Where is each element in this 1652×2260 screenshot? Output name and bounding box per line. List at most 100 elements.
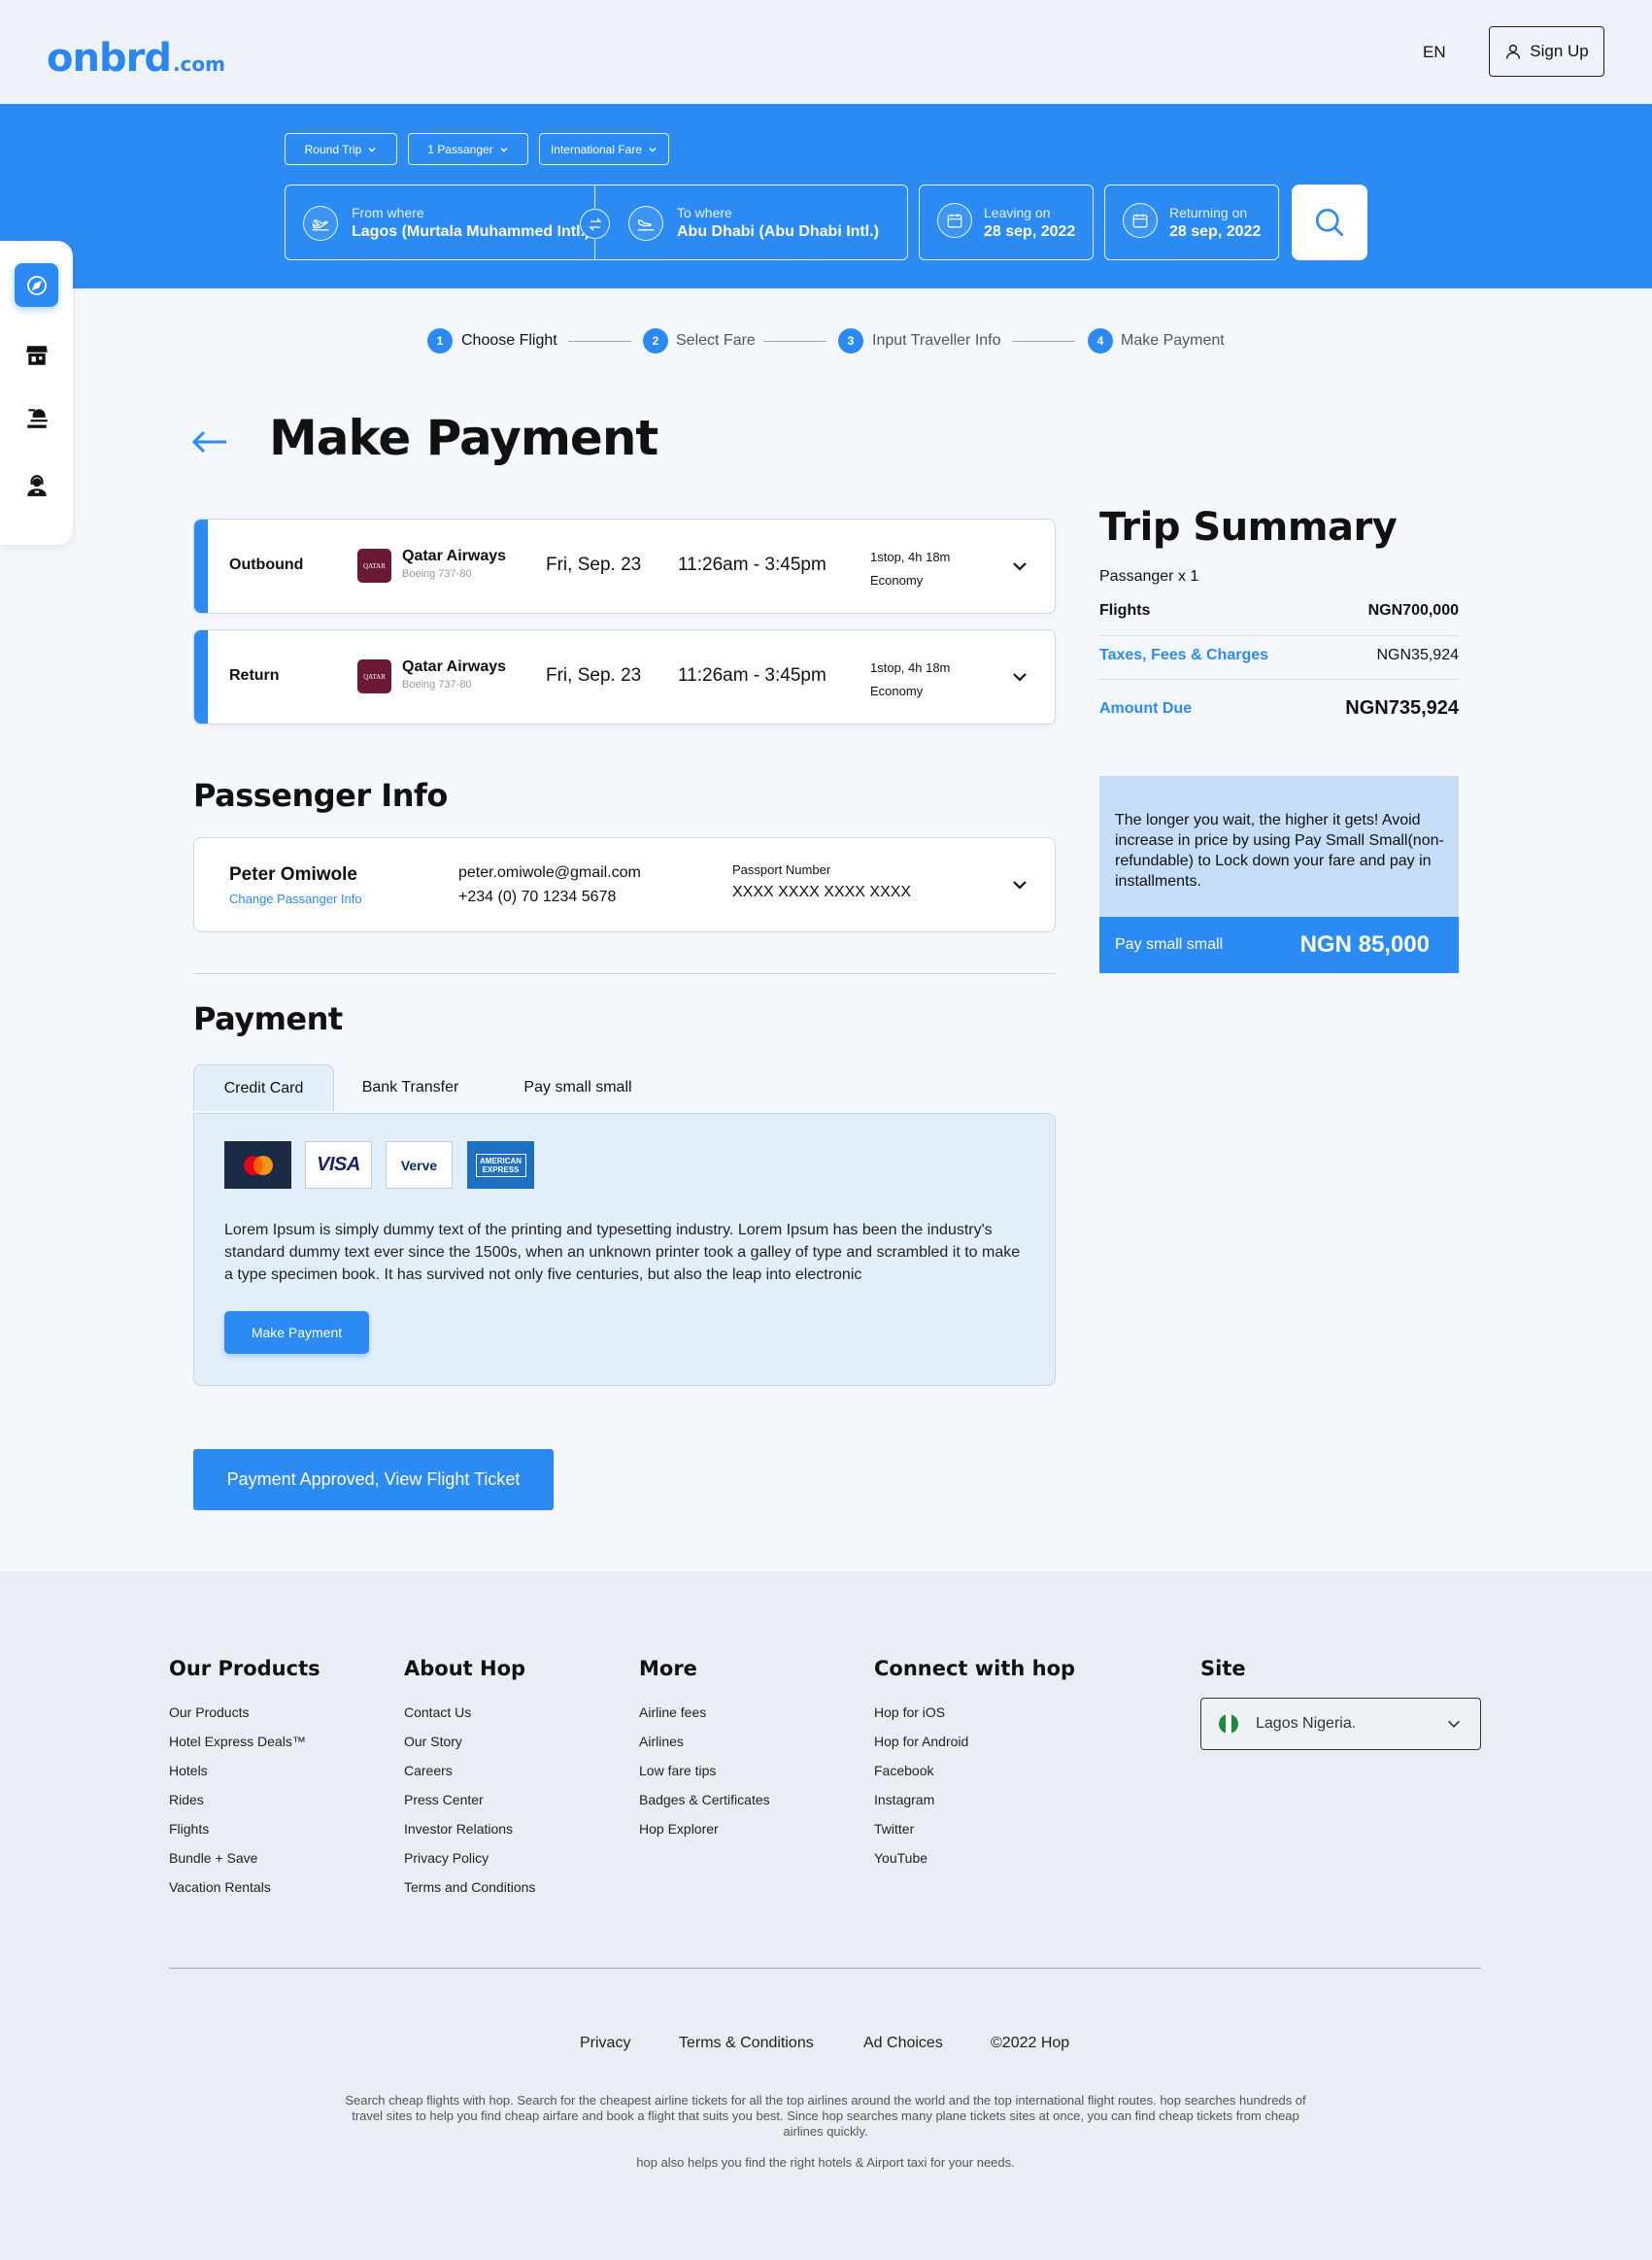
footer-link[interactable]: Privacy Policy xyxy=(404,1850,535,1866)
step-connector xyxy=(568,341,631,342)
footer-link[interactable]: Low fare tips xyxy=(639,1763,770,1778)
step-1-label[interactable]: Choose Flight xyxy=(461,332,557,350)
hotel-bell-icon xyxy=(24,406,50,431)
site-select[interactable]: Lagos Nigeria. xyxy=(1200,1698,1481,1750)
footer-link[interactable]: Contact Us xyxy=(404,1704,535,1720)
chevron-down-icon xyxy=(1445,1715,1463,1733)
sign-up-label: Sign Up xyxy=(1530,42,1589,60)
search-button[interactable] xyxy=(1292,185,1367,260)
change-passenger-link[interactable]: Change Passanger Info xyxy=(229,892,362,906)
summary-passengers: Passanger x 1 xyxy=(1099,568,1199,585)
summary-taxes-row: Taxes, Fees & Charges NGN35,924 xyxy=(1099,647,1459,664)
footer-link[interactable]: Our Products xyxy=(169,1704,306,1720)
make-payment-button[interactable]: Make Payment xyxy=(224,1311,369,1354)
nav-hotel[interactable] xyxy=(15,396,58,440)
summary-amount-row: Amount Due NGN735,924 xyxy=(1099,697,1459,720)
tab-bank-transfer[interactable]: Bank Transfer xyxy=(340,1064,481,1111)
chevron-down-icon[interactable] xyxy=(1010,667,1029,687)
summary-flights-row: Flights NGN700,000 xyxy=(1099,602,1459,620)
footer-heading-connect: Connect with hop xyxy=(874,1657,1076,1680)
passenger-dropdown[interactable]: 1 Passanger xyxy=(408,133,528,165)
tab-pay-small-small[interactable]: Pay small small xyxy=(505,1064,651,1111)
verve-logo[interactable]: Verve xyxy=(386,1141,453,1189)
chevron-down-icon xyxy=(648,145,657,154)
flight-stops: 1stop, 4h 18m Economy xyxy=(870,546,950,592)
sign-up-button[interactable]: Sign Up xyxy=(1489,26,1604,77)
nav-store[interactable] xyxy=(15,333,58,377)
step-2-label[interactable]: Select Fare xyxy=(676,332,756,350)
footer-link[interactable]: Instagram xyxy=(874,1792,968,1807)
footer-link[interactable]: Hotel Express Deals™ xyxy=(169,1734,306,1749)
footer-links-about: Contact Us Our Story Careers Press Cente… xyxy=(404,1704,535,1895)
aircraft-model: Boeing 737-80 xyxy=(402,679,472,691)
chevron-down-icon xyxy=(367,145,377,154)
nav-support[interactable] xyxy=(15,463,58,507)
returning-date-field[interactable]: Returning on 28 sep, 2022 xyxy=(1104,185,1279,260)
airline-logo: QATAR xyxy=(357,659,391,693)
flights-value: NGN700,000 xyxy=(1367,602,1459,619)
landing-icon xyxy=(628,205,663,241)
visa-logo[interactable]: VISA xyxy=(305,1141,372,1189)
footer-terms-link[interactable]: Terms & Conditions xyxy=(679,2035,814,2052)
footer-link[interactable]: Careers xyxy=(404,1763,535,1778)
step-4-number: 4 xyxy=(1088,328,1113,354)
step-3-label[interactable]: Input Traveller Info xyxy=(872,332,1001,350)
flight-card-return[interactable]: Return QATAR Qatar Airways Boeing 737-80… xyxy=(193,629,1056,725)
passenger-card[interactable]: Peter Omiwole Change Passanger Info pete… xyxy=(193,837,1056,932)
footer-link[interactable]: Flights xyxy=(169,1821,306,1837)
flight-date: Fri, Sep. 23 xyxy=(546,665,642,686)
footer-divider xyxy=(169,1968,1481,1969)
footer-link[interactable]: Hop for Android xyxy=(874,1734,968,1749)
taxes-label[interactable]: Taxes, Fees & Charges xyxy=(1099,647,1268,664)
footer-link[interactable]: Hotels xyxy=(169,1763,306,1778)
logo[interactable]: onbrd .com xyxy=(47,29,225,78)
footer-link[interactable]: YouTube xyxy=(874,1850,968,1866)
fare-type-dropdown[interactable]: International Fare xyxy=(539,133,669,165)
footer-link[interactable]: Airline fees xyxy=(639,1704,770,1720)
footer-link[interactable]: Bundle + Save xyxy=(169,1850,306,1866)
footer-link[interactable]: Hop Explorer xyxy=(639,1821,770,1837)
footer-link[interactable]: Badges & Certificates xyxy=(639,1792,770,1807)
footer-link[interactable]: Investor Relations xyxy=(404,1821,535,1837)
amount-due-label: Amount Due xyxy=(1099,699,1193,717)
footer-link[interactable]: Our Story xyxy=(404,1734,535,1749)
leaving-date-field[interactable]: Leaving on 28 sep, 2022 xyxy=(919,185,1094,260)
footer-adchoices-link[interactable]: Ad Choices xyxy=(863,2035,943,2052)
amex-text: AMERICAN EXPRESS xyxy=(475,1153,526,1177)
nigeria-flag-icon xyxy=(1219,1714,1238,1734)
search-icon xyxy=(1312,205,1347,240)
language-selector[interactable]: EN xyxy=(1423,43,1446,62)
cabin-class: Economy xyxy=(870,573,924,588)
airline-logo: QATAR xyxy=(357,549,391,583)
step-1-number: 1 xyxy=(427,328,453,354)
back-arrow-icon[interactable] xyxy=(190,427,229,456)
view-ticket-button[interactable]: Payment Approved, View Flight Ticket xyxy=(193,1449,554,1510)
nav-compass[interactable] xyxy=(15,263,58,307)
swap-route-icon[interactable] xyxy=(580,209,610,239)
flight-card-outbound[interactable]: Outbound QATAR Qatar Airways Boeing 737-… xyxy=(193,519,1056,614)
footer-link[interactable]: Hop for iOS xyxy=(874,1704,968,1720)
step-4-label[interactable]: Make Payment xyxy=(1121,332,1225,350)
chevron-down-icon[interactable] xyxy=(1010,875,1029,894)
mastercard-logo[interactable] xyxy=(224,1141,291,1189)
to-field[interactable]: To where Abu Dhabi (Abu Dhabi Intl.) xyxy=(628,205,879,241)
stops-text: 1stop, 4h 18m xyxy=(870,660,951,675)
tab-credit-card[interactable]: Credit Card xyxy=(193,1064,334,1111)
pay-small-small-button[interactable]: Pay small small NGN 85,000 xyxy=(1099,917,1459,973)
trip-type-dropdown[interactable]: Round Trip xyxy=(285,133,397,165)
from-field[interactable]: From where Lagos (Murtala Muhammed Intl.… xyxy=(303,205,590,241)
footer-link[interactable]: Facebook xyxy=(874,1763,968,1778)
footer-link[interactable]: Terms and Conditions xyxy=(404,1879,535,1895)
footer-link[interactable]: Vacation Rentals xyxy=(169,1879,306,1895)
payment-heading: Payment xyxy=(193,1000,343,1037)
summary-divider xyxy=(1099,635,1459,636)
amex-logo[interactable]: AMERICAN EXPRESS xyxy=(467,1141,534,1189)
footer-link[interactable]: Rides xyxy=(169,1792,306,1807)
chevron-down-icon[interactable] xyxy=(1010,557,1029,576)
footer-link[interactable]: Twitter xyxy=(874,1821,968,1837)
footer-privacy-link[interactable]: Privacy xyxy=(580,2035,630,2052)
step-connector xyxy=(1012,341,1075,342)
leaving-label: Leaving on xyxy=(984,205,1051,220)
footer-link[interactable]: Press Center xyxy=(404,1792,535,1807)
footer-link[interactable]: Airlines xyxy=(639,1734,770,1749)
